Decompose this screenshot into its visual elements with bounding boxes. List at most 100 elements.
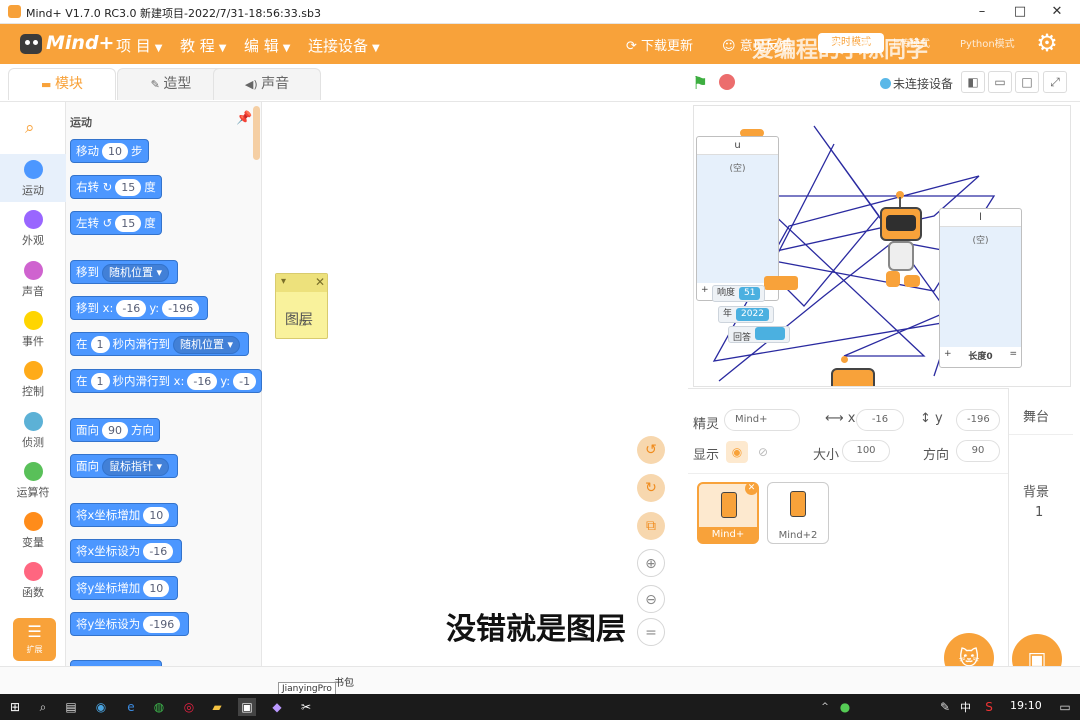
tab-blocks[interactable]: ▬ 模块 <box>8 68 116 100</box>
zoom-reset-button[interactable]: = <box>637 618 665 646</box>
stop-icon[interactable] <box>719 74 735 90</box>
category-1[interactable]: 外观 <box>0 204 66 252</box>
block-turn-left[interactable]: 左转 ↺ 15 度 <box>70 211 162 235</box>
extension-button[interactable]: ☰ 扩展 <box>13 618 56 661</box>
zoom-in-button[interactable]: ⊕ <box>637 549 665 577</box>
input-language[interactable]: 中 <box>960 699 971 715</box>
edge-icon[interactable]: e <box>122 698 140 716</box>
block-glide-to[interactable]: 在 1 秒内滑行到 随机位置 ▾ <box>70 332 250 356</box>
block-set-y[interactable]: 将y坐标设为 -196 <box>70 612 190 636</box>
category-4[interactable]: 控制 <box>0 355 66 403</box>
task-view-icon[interactable]: ▤ <box>62 698 80 716</box>
stage-canvas[interactable]: u (空) + l (空) + 长度0 = 响度 51 年 2022 回答 <box>693 105 1071 387</box>
small-stage-button[interactable]: ◧ <box>961 71 985 93</box>
search-icon[interactable]: ⌕ <box>34 698 52 716</box>
app-icon-purple[interactable]: ◆ <box>268 698 286 716</box>
close-icon[interactable]: ✕ <box>315 275 325 289</box>
device-connection-status[interactable]: 未连接设备 <box>880 75 953 92</box>
block-set-x[interactable]: 将x坐标设为 -16 <box>70 539 183 563</box>
y-label: ↕ y <box>920 411 943 426</box>
category-8[interactable]: 函数 <box>0 556 66 604</box>
wechat-icon[interactable]: ◍ <box>150 698 168 716</box>
normal-stage-button[interactable]: ▭ <box>988 71 1012 93</box>
delete-sprite-icon[interactable]: ✕ <box>745 482 758 495</box>
x-label: ⟷ x <box>825 411 856 426</box>
category-2[interactable]: 声音 <box>0 255 66 303</box>
settings-gear-icon[interactable]: ⚙ <box>1034 30 1060 56</box>
category-3[interactable]: 事件 <box>0 305 66 353</box>
block-change-y[interactable]: 将y坐标增加 10 <box>70 576 179 600</box>
block-point-direction[interactable]: 面向 90 方向 <box>70 418 160 442</box>
block-turn-right[interactable]: 右转 ↻ 15 度 <box>70 175 162 199</box>
category-7[interactable]: 变量 <box>0 506 66 554</box>
ime-icon[interactable]: S <box>980 698 998 716</box>
mind-robot-sprite-2[interactable] <box>831 356 879 386</box>
menu-connect-device[interactable]: 连接设备 ▼ <box>308 35 380 56</box>
category-0[interactable]: 运动 <box>0 154 66 202</box>
green-flag-icon[interactable]: ⚑ <box>692 73 712 94</box>
block-goto[interactable]: 移到 随机位置 ▾ <box>70 260 179 284</box>
clock[interactable]: 19:10 <box>1010 699 1042 712</box>
category-6[interactable]: 运算符 <box>0 456 66 504</box>
pen-icon[interactable]: ✎ <box>936 698 954 716</box>
stage-pane[interactable]: 舞台 背景 1 <box>1008 388 1073 666</box>
menu-tutorial[interactable]: 教 程 ▼ <box>180 35 226 56</box>
pin-icon[interactable]: 📌 <box>236 111 252 126</box>
close-button[interactable]: ✕ <box>1043 2 1071 22</box>
menu-edit[interactable]: 编 辑 ▼ <box>244 35 290 56</box>
comment-note[interactable]: ▾ ✕ 图层 ☝ <box>275 273 328 339</box>
category-5[interactable]: 侦测 <box>0 406 66 454</box>
block-point-towards[interactable]: 面向 鼠标指针 ▾ <box>70 454 179 478</box>
backpack-label[interactable]: 书包 <box>334 674 354 689</box>
direction-label: 方向 <box>923 448 950 463</box>
show-eye-icon[interactable]: ◉ <box>726 441 748 463</box>
redo-button[interactable]: ↻ <box>637 474 665 502</box>
block-goto-xy[interactable]: 移到 x: -16 y: -196 <box>70 296 209 320</box>
variable-monitor-year[interactable]: 年 2022 <box>718 306 774 323</box>
download-update-link[interactable]: ⟳ 下载更新 <box>626 35 693 54</box>
block-change-x[interactable]: 将x坐标增加 10 <box>70 503 179 527</box>
block-move-steps[interactable]: 移动 10 步 <box>70 139 149 163</box>
large-stage-button[interactable]: □ <box>1015 71 1039 93</box>
category-label: 声音 <box>22 284 44 298</box>
crop-icon[interactable]: ⧉ <box>637 512 665 540</box>
chrome-icon[interactable]: ◎ <box>180 698 198 716</box>
x-input[interactable]: -16 <box>856 409 904 431</box>
sprite-card-mind2[interactable]: Mind+2 <box>767 482 829 544</box>
notification-icon[interactable]: ▭ <box>1056 698 1074 716</box>
tray-chevron-icon[interactable]: ^ <box>816 698 834 716</box>
backpack-bar[interactable] <box>0 666 1080 694</box>
menu-project[interactable]: 项 目 ▼ <box>116 35 162 56</box>
mind-robot-sprite[interactable] <box>878 191 926 296</box>
logo-face-icon <box>20 34 42 54</box>
script-workspace[interactable] <box>263 102 683 666</box>
collapse-icon[interactable]: ▾ <box>281 276 286 287</box>
jianying-icon[interactable]: ✂ <box>297 698 315 716</box>
minimize-button[interactable]: – <box>968 2 996 22</box>
list-monitor-l[interactable]: l (空) + 长度0 = <box>939 208 1022 368</box>
tray-app-icon[interactable]: ● <box>836 698 854 716</box>
python-mode-button[interactable]: Python模式 <box>960 35 1015 50</box>
zoom-out-button[interactable]: ⊖ <box>637 585 665 613</box>
fullscreen-button[interactable]: ⤢ <box>1043 71 1067 93</box>
category-dot-icon <box>24 310 43 330</box>
sprite-name-input[interactable]: Mind+ <box>724 409 800 431</box>
size-input[interactable]: 100 <box>842 440 890 462</box>
direction-input[interactable]: 90 <box>956 440 1000 462</box>
hide-eye-icon[interactable]: ⊘ <box>752 441 774 463</box>
y-input[interactable]: -196 <box>956 409 1000 431</box>
tab-sounds[interactable]: ◀) 声音 <box>213 68 321 100</box>
undo-button[interactable]: ↺ <box>637 436 665 464</box>
block-glide-xy[interactable]: 在 1 秒内滑行到 x: -16 y: -1 <box>70 369 262 393</box>
windows-start-icon[interactable]: ⊞ <box>6 698 24 716</box>
variable-monitor-answer[interactable]: 回答 <box>728 326 791 343</box>
search-icon[interactable]: ⌕ <box>25 118 35 138</box>
tab-costumes[interactable]: ✎ 造型 <box>117 68 225 100</box>
mindplus-taskbar-icon[interactable]: ▣ <box>238 698 256 716</box>
variable-monitor-loudness[interactable]: 响度 51 <box>712 285 766 302</box>
file-explorer-icon[interactable]: ▰ <box>208 698 226 716</box>
palette-scrollbar[interactable] <box>253 106 260 160</box>
maximize-button[interactable]: □ <box>1006 2 1034 22</box>
browser-icon[interactable]: ◉ <box>92 698 110 716</box>
sprite-card-mind[interactable]: ✕ Mind+ <box>697 482 759 544</box>
